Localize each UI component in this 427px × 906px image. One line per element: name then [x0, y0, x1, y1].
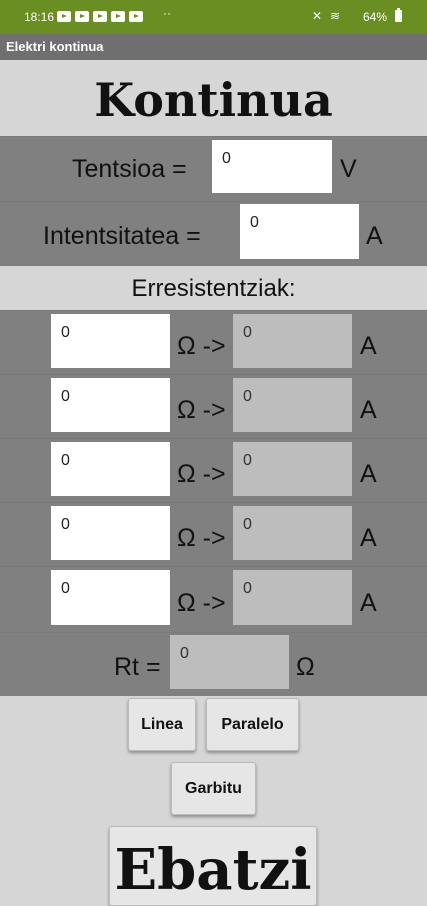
more-notifications-indicator: ·· — [163, 6, 171, 20]
total-resistance-row: Rt = 0 Ω — [0, 632, 427, 696]
current-output-1: 0 — [233, 314, 352, 368]
status-bar: 18:16 ·· ✕ ≋ 64% — [0, 0, 427, 34]
resistance-input-1[interactable]: 0 — [51, 314, 170, 368]
app-title: Elektri kontinua — [6, 39, 104, 54]
resistance-input-2[interactable]: 0 — [51, 378, 170, 432]
app-title-bar: Elektri kontinua — [0, 34, 427, 60]
current-output-5: 0 — [233, 570, 352, 625]
youtube-notification-icon — [129, 11, 143, 22]
voltage-label: Tentsioa = — [72, 155, 187, 183]
wifi-icon: ≋ — [330, 9, 341, 23]
resistance-input-4[interactable]: 0 — [51, 506, 170, 560]
mute-icon: ✕ — [312, 9, 323, 23]
battery-icon — [395, 8, 402, 22]
resistor-row-3: 0 Ω -> 0 A — [0, 438, 427, 503]
ampere-unit: A — [360, 524, 377, 552]
resistor-row-4: 0 Ω -> 0 A — [0, 502, 427, 567]
solve-button[interactable]: Ebatzi — [109, 826, 317, 906]
current-input[interactable]: 0 — [240, 204, 359, 259]
current-output-2: 0 — [233, 378, 352, 432]
ohm-arrow-label: Ω -> — [177, 460, 226, 488]
ampere-unit: A — [360, 589, 377, 617]
ohm-arrow-label: Ω -> — [177, 332, 226, 360]
current-row: Intentsitatea = 0 A — [0, 201, 427, 267]
series-button[interactable]: Linea — [128, 698, 196, 751]
resistor-row-1: 0 Ω -> 0 A — [0, 310, 427, 375]
voltage-input[interactable]: 0 — [212, 140, 332, 193]
youtube-notification-icon — [57, 11, 71, 22]
total-resistance-label: Rt = — [114, 653, 161, 681]
ohm-arrow-label: Ω -> — [177, 589, 226, 617]
resistor-row-2: 0 Ω -> 0 A — [0, 374, 427, 439]
resistance-input-5[interactable]: 0 — [51, 570, 170, 625]
ampere-unit: A — [360, 396, 377, 424]
ampere-unit: A — [360, 332, 377, 360]
current-label: Intentsitatea = — [43, 222, 201, 250]
voltage-row: Tentsioa = 0 V — [0, 136, 427, 202]
resistors-title: Erresistentziak: — [0, 266, 427, 310]
total-resistance-output: 0 — [170, 635, 289, 689]
ohm-arrow-label: Ω -> — [177, 396, 226, 424]
youtube-notification-icon — [93, 11, 107, 22]
ohm-arrow-label: Ω -> — [177, 524, 226, 552]
current-unit: A — [366, 222, 383, 250]
resistance-input-3[interactable]: 0 — [51, 442, 170, 496]
clear-button[interactable]: Garbitu — [171, 762, 256, 815]
page-title: Kontinua — [0, 60, 427, 136]
current-output-4: 0 — [233, 506, 352, 560]
resistor-row-5: 0 Ω -> 0 A — [0, 566, 427, 633]
voltage-unit: V — [340, 155, 357, 183]
ampere-unit: A — [360, 460, 377, 488]
status-time: 18:16 — [24, 10, 55, 24]
ohm-unit: Ω — [296, 653, 315, 681]
youtube-notification-icon — [75, 11, 89, 22]
current-output-3: 0 — [233, 442, 352, 496]
youtube-notification-icon — [111, 11, 125, 22]
battery-level: 64% — [363, 10, 388, 24]
parallel-button[interactable]: Paralelo — [206, 698, 299, 751]
